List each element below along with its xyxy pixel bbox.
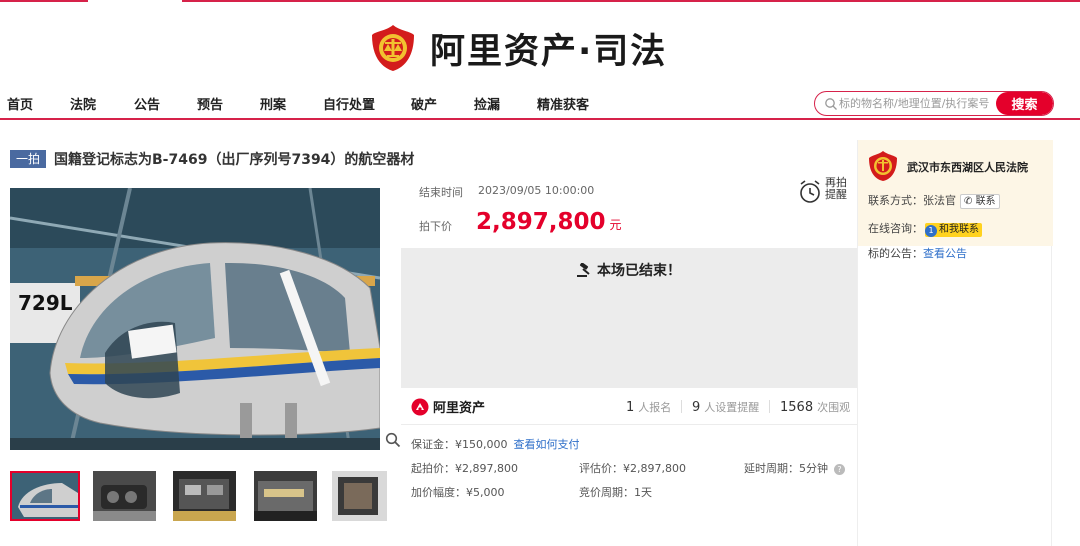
- final-price-label: 拍下价: [419, 220, 452, 233]
- notice-row: 标的公告：查看公告: [868, 247, 967, 260]
- view-count: 1568 次围观: [780, 400, 851, 415]
- how-to-pay-link[interactable]: 查看如何支付: [514, 438, 580, 451]
- search-button[interactable]: 搜索: [996, 92, 1053, 115]
- contact-row: 联系方式：张法官 ✆ 联系: [868, 192, 1000, 209]
- nav-criminal[interactable]: 刑案: [260, 94, 286, 113]
- auction-stats: 阿里资产 1 人报名 9 人设置提醒 1568 次围观: [401, 388, 857, 425]
- help-icon[interactable]: ?: [834, 464, 845, 475]
- chat-with-me-button[interactable]: 1 和我联系: [925, 223, 982, 237]
- final-price: 2,897,800 元: [476, 209, 622, 235]
- re-auction-reminder-button[interactable]: 再拍提醒: [825, 177, 851, 201]
- court-name[interactable]: 武汉市东西湖区人民法院: [907, 159, 1028, 175]
- court-info: 武汉市东西湖区人民法院 联系方式：张法官 ✆ 联系 在线咨询： 1 和我联系: [858, 140, 1053, 246]
- court-emblem-icon: [372, 25, 414, 71]
- nav-notices[interactable]: 公告: [134, 94, 160, 113]
- end-time-value: 2023/09/05 10:00:00: [478, 184, 595, 197]
- search-box: 搜索: [814, 91, 1054, 116]
- top-accent-line: [0, 0, 1080, 2]
- ali-assets-logo: 阿里资产: [411, 397, 485, 416]
- thumbnail-4[interactable]: [254, 471, 324, 521]
- thumbnail-2[interactable]: [93, 471, 163, 521]
- ali-assets-icon: [411, 398, 429, 415]
- nav-preview[interactable]: 预告: [197, 94, 223, 113]
- ended-text: 本场已结束！: [597, 263, 681, 279]
- search-icon: [825, 98, 837, 110]
- helicopter-photo: 729L: [10, 188, 380, 450]
- court-emblem-small-icon: [869, 151, 897, 181]
- online-consult-row: 在线咨询： 1 和我联系: [868, 220, 982, 237]
- item-title-row: 一拍 国籍登记标志为B-7469（出厂序列号7394）的航空器材: [10, 149, 414, 169]
- signup-count: 1 人报名: [626, 400, 672, 415]
- gavel-icon: [577, 263, 590, 277]
- svg-text:729L: 729L: [18, 291, 73, 315]
- site-logo[interactable]: 阿里资产·司法: [370, 20, 667, 76]
- thumbnail-3[interactable]: [173, 471, 243, 521]
- search-input[interactable]: [839, 93, 997, 114]
- item-title: 国籍登记标志为B-7469（出厂序列号7394）的航空器材: [54, 152, 415, 168]
- auction-ended-message: 本场已结束！: [401, 260, 857, 280]
- start-price: 起拍价：¥2,897,800: [411, 462, 518, 475]
- delay-period: 延时周期：5分钟?: [744, 460, 845, 476]
- main-product-image[interactable]: 729L: [10, 188, 380, 450]
- bidding-cycle: 竞价周期：1天: [579, 486, 652, 499]
- alarm-clock-icon[interactable]: [798, 179, 822, 205]
- final-price-value: 2,897,800: [476, 209, 606, 235]
- view-notice-link[interactable]: 查看公告: [923, 247, 967, 260]
- zoom-icon[interactable]: [385, 432, 401, 448]
- nav-home[interactable]: 首页: [7, 94, 33, 113]
- contact-person: 张法官: [923, 194, 956, 207]
- thumbnail-strip: [10, 471, 400, 521]
- nav-precise-leads[interactable]: 精准获客: [537, 94, 589, 113]
- auction-round-badge: 一拍: [10, 150, 47, 168]
- reminder-count: 9 人设置提醒: [692, 400, 760, 415]
- nav-bargains[interactable]: 捡漏: [474, 94, 500, 113]
- court-panel: 武汉市东西湖区人民法院 联系方式：张法官 ✆ 联系 在线咨询： 1 和我联系 标的公告…: [857, 140, 1053, 546]
- nav-bankruptcy[interactable]: 破产: [411, 94, 437, 113]
- brand-title: 阿里资产·司法: [430, 31, 668, 72]
- contact-button[interactable]: ✆ 联系: [960, 194, 1000, 209]
- chat-icon: 1: [925, 225, 937, 237]
- deposit-info: 保证金：¥150,000 查看如何支付: [411, 438, 580, 451]
- nav-self-disposal[interactable]: 自行处置: [323, 94, 375, 113]
- auction-ended-panel: 本场已结束！: [401, 248, 857, 388]
- end-time-label: 结束时间: [419, 186, 463, 199]
- appraisal-price: 评估价：¥2,897,800: [579, 462, 686, 475]
- ali-assets-text: 阿里资产: [433, 401, 486, 416]
- thumbnail-5[interactable]: [332, 471, 402, 521]
- price-unit: 元: [609, 218, 622, 232]
- bid-increment: 加价幅度：¥5,000: [411, 486, 505, 499]
- nav-courts[interactable]: 法院: [70, 94, 96, 113]
- thumbnail-1[interactable]: [10, 471, 80, 521]
